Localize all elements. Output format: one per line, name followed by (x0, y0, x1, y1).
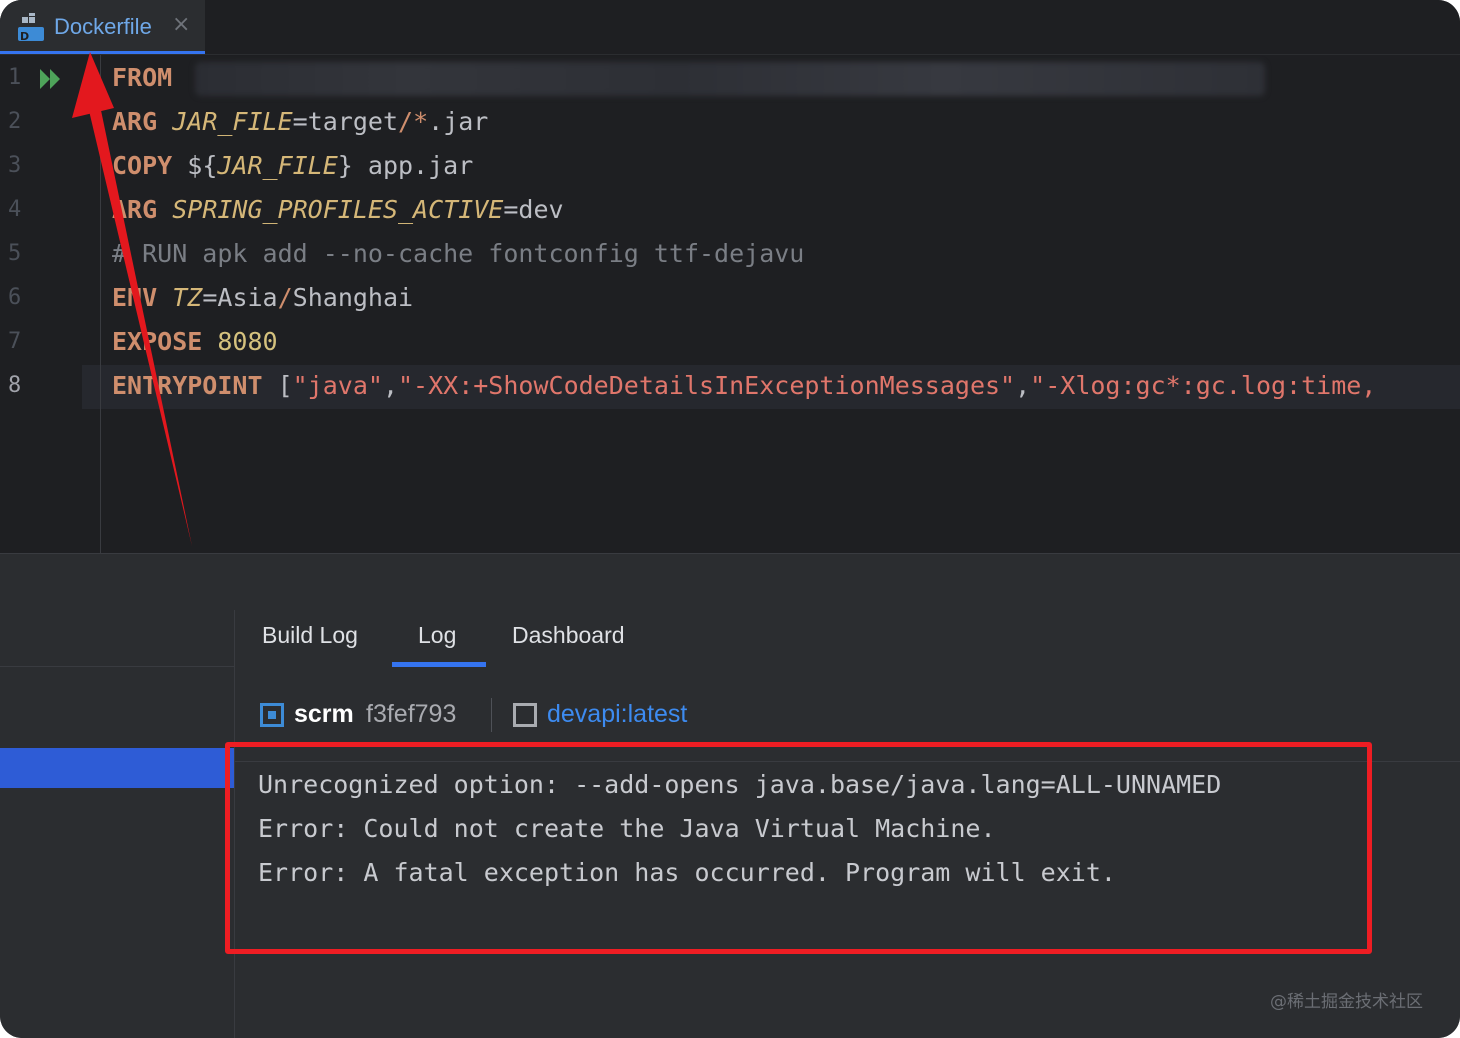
line-gutter: 1 2 3 4 5 6 7 8 (0, 55, 101, 553)
value: dev (518, 195, 564, 224)
container-name: scrm (294, 700, 354, 728)
text: [ (262, 371, 293, 400)
string: "-XX:+ShowCodeDetailsInExceptionMessages… (398, 371, 1016, 400)
tab-log[interactable]: Log (418, 622, 456, 666)
variable: TZ (172, 283, 203, 312)
close-icon[interactable]: × (172, 12, 190, 37)
line-number: 3 (8, 153, 22, 178)
svg-text:D: D (20, 30, 29, 43)
editor-tab-bar: D Dockerfile × (0, 0, 1460, 55)
operator: = (292, 107, 308, 136)
dockerfile-icon: D (18, 13, 44, 43)
watermark: @稀土掘金技术社区 (1270, 992, 1423, 1012)
keyword: FROM (112, 63, 173, 92)
keyword: EXPOSE (112, 327, 203, 356)
code-line-5: # RUN apk add --no-cache fontconfig ttf-… (112, 239, 805, 268)
tab-dashboard[interactable]: Dashboard (512, 622, 625, 666)
divider (491, 698, 492, 732)
port-number: 8080 (217, 327, 278, 356)
glob: * (413, 107, 429, 136)
operator: = (503, 195, 519, 224)
code-line-6: ENV TZ=Asia/Shanghai (112, 283, 413, 313)
value: target (307, 107, 399, 136)
value: Shanghai (292, 283, 414, 312)
run-icon[interactable] (38, 67, 66, 91)
container-icon (260, 703, 284, 727)
keyword: ARG (112, 107, 158, 136)
line-number: 5 (8, 241, 22, 266)
active-tab-indicator (392, 662, 486, 667)
variable: JAR_FILE (172, 107, 293, 136)
value: Asia (217, 283, 278, 312)
tab-dockerfile[interactable]: D Dockerfile × (0, 0, 205, 54)
line-number: 1 (8, 65, 22, 90)
line-number: 6 (8, 285, 22, 310)
line-number: 4 (8, 197, 22, 222)
keyword: COPY (112, 151, 173, 180)
image-link[interactable]: devapi:latest (547, 700, 687, 729)
panel-toolbar (0, 553, 1460, 611)
line-number: 8 (8, 373, 22, 398)
variable: SPRING_PROFILES_ACTIVE (172, 195, 504, 224)
string: "java" (292, 371, 383, 400)
line-number: 2 (8, 109, 22, 134)
code-line-4: ARG SPRING_PROFILES_ACTIVE=dev (112, 195, 564, 225)
code-line-8: ENTRYPOINT ["java","-XX:+ShowCodeDetails… (112, 371, 1376, 401)
tab-label: Dockerfile (54, 14, 152, 39)
ide-window: D Dockerfile × 1 2 3 4 5 6 7 8 FROM ARG … (0, 0, 1460, 1038)
line-number: 7 (8, 329, 22, 354)
code-line-2: ARG JAR_FILE=target/*.jar (112, 107, 488, 137)
path-separator: / (277, 283, 293, 312)
code-editor[interactable]: 1 2 3 4 5 6 7 8 FROM ARG JAR_FILE=target… (0, 55, 1460, 553)
comma: , (1015, 371, 1031, 400)
keyword: ENTRYPOINT (112, 371, 263, 400)
divider (0, 666, 234, 667)
path-separator: / (398, 107, 414, 136)
image-icon (513, 703, 537, 727)
redacted-image-name (195, 62, 1265, 96)
code-line-3: COPY ${JAR_FILE} app.jar (112, 151, 473, 181)
selected-tree-item[interactable] (0, 748, 234, 788)
annotation-highlight-box (225, 742, 1372, 954)
tab-build-log[interactable]: Build Log (262, 622, 358, 666)
text: } app.jar (337, 151, 474, 180)
code-line-7: EXPOSE 8080 (112, 327, 278, 357)
operator: = (202, 283, 218, 312)
string: "-Xlog:gc*:gc.log:time, (1030, 371, 1377, 400)
keyword: ENV (112, 283, 158, 312)
value: .jar (428, 107, 489, 136)
code-line-1: FROM (112, 63, 172, 93)
text: ${ (172, 151, 218, 180)
comma: , (382, 371, 398, 400)
variable: JAR_FILE (217, 151, 338, 180)
services-tree (0, 610, 235, 1038)
container-id: f3fef793 (366, 700, 457, 728)
keyword: ARG (112, 195, 158, 224)
